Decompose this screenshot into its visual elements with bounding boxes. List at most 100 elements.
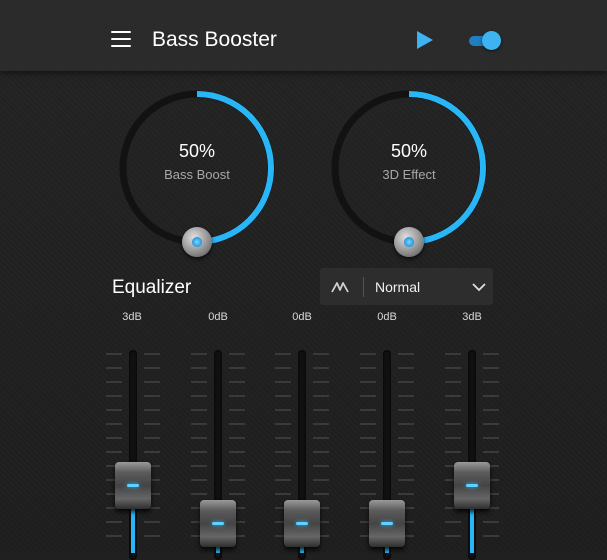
slider-tick — [229, 451, 245, 453]
slider-tick — [191, 395, 207, 397]
eq-slider-5[interactable] — [442, 345, 502, 560]
slider-tick — [106, 451, 122, 453]
slider-tick — [445, 437, 461, 439]
slider-handle[interactable] — [115, 461, 151, 509]
slider-tick — [144, 535, 160, 537]
slider-tick — [191, 493, 207, 495]
slider-tick — [483, 423, 499, 425]
slider-tick — [313, 353, 329, 355]
slider-tick — [313, 465, 329, 467]
bass-boost-handle[interactable] — [182, 227, 212, 257]
slider-tick — [144, 395, 160, 397]
bass-boost-knob[interactable]: 50% Bass Boost — [112, 83, 282, 257]
slider-tick — [483, 395, 499, 397]
slider-tick — [106, 437, 122, 439]
slider-tick — [360, 479, 376, 481]
slider-tick — [360, 451, 376, 453]
slider-tick — [229, 493, 245, 495]
slider-tick — [191, 381, 207, 383]
slider-tick — [275, 493, 291, 495]
eq-slider-4[interactable] — [357, 345, 417, 560]
slider-handle[interactable] — [284, 500, 320, 547]
slider-tick — [360, 493, 376, 495]
slider-tick — [191, 437, 207, 439]
slider-tick — [275, 395, 291, 397]
slider-tick — [445, 353, 461, 355]
slider-tick — [398, 451, 414, 453]
slider-tick — [398, 353, 414, 355]
slider-tick — [483, 367, 499, 369]
slider-tick — [106, 409, 122, 411]
slider-tick — [483, 521, 499, 523]
slider-tick — [398, 437, 414, 439]
slider-tick — [313, 409, 329, 411]
slider-tick — [313, 423, 329, 425]
slider-tick — [229, 367, 245, 369]
slider-tick — [313, 451, 329, 453]
app-bar: Bass Booster — [0, 0, 607, 71]
eq-slider-2[interactable] — [188, 345, 248, 560]
slider-tick — [144, 437, 160, 439]
slider-handle[interactable] — [454, 461, 490, 509]
enable-toggle[interactable] — [467, 30, 503, 52]
band-label-1: 3dB — [122, 311, 142, 323]
slider-tick — [360, 367, 376, 369]
equalizer-title: Equalizer — [112, 277, 192, 298]
menu-icon[interactable] — [111, 31, 131, 48]
preset-divider — [363, 277, 364, 297]
slider-tick — [106, 535, 122, 537]
slider-handle[interactable] — [200, 500, 236, 547]
band-label-4: 0dB — [377, 311, 397, 323]
slider-tick — [106, 423, 122, 425]
slider-tick — [445, 409, 461, 411]
slider-tick — [360, 409, 376, 411]
slider-tick — [106, 381, 122, 383]
slider-tick — [191, 423, 207, 425]
slider-tick — [398, 479, 414, 481]
slider-tick — [275, 465, 291, 467]
chevron-down-icon — [472, 283, 486, 292]
slider-tick — [445, 381, 461, 383]
slider-tick — [106, 521, 122, 523]
slider-tick — [144, 423, 160, 425]
play-icon[interactable] — [416, 30, 434, 50]
slider-tick — [483, 381, 499, 383]
slider-tick — [398, 493, 414, 495]
3d-effect-value: 50% — [390, 141, 428, 161]
slider-handle[interactable] — [369, 500, 405, 547]
slider-tick — [191, 409, 207, 411]
slider-tick — [483, 353, 499, 355]
slider-tick — [144, 367, 160, 369]
slider-tick — [229, 353, 245, 355]
preset-dropdown[interactable]: Normal — [320, 268, 493, 305]
slider-tick — [360, 395, 376, 397]
slider-tick — [445, 451, 461, 453]
slider-tick — [275, 437, 291, 439]
slider-tick — [106, 367, 122, 369]
slider-tick — [445, 395, 461, 397]
slider-tick — [275, 423, 291, 425]
toggle-thumb — [482, 31, 501, 50]
3d-effect-label: 3D Effect — [382, 167, 436, 182]
preset-value: Normal — [375, 279, 421, 295]
slider-tick — [275, 353, 291, 355]
slider-tick — [360, 353, 376, 355]
slider-tick — [313, 493, 329, 495]
eq-slider-3[interactable] — [272, 345, 332, 560]
slider-tick — [229, 465, 245, 467]
3d-effect-handle[interactable] — [394, 227, 424, 257]
slider-tick — [191, 353, 207, 355]
app-title: Bass Booster — [152, 28, 277, 51]
slider-tick — [313, 437, 329, 439]
band-label-2: 0dB — [208, 311, 228, 323]
slider-tick — [398, 395, 414, 397]
eq-slider-1[interactable] — [103, 345, 163, 560]
slider-tick — [229, 395, 245, 397]
slider-tick — [144, 353, 160, 355]
slider-tick — [106, 353, 122, 355]
slider-tick — [229, 479, 245, 481]
slider-tick — [144, 381, 160, 383]
slider-tick — [106, 395, 122, 397]
3d-effect-knob[interactable]: 50% 3D Effect — [324, 83, 494, 257]
slider-tick — [275, 381, 291, 383]
